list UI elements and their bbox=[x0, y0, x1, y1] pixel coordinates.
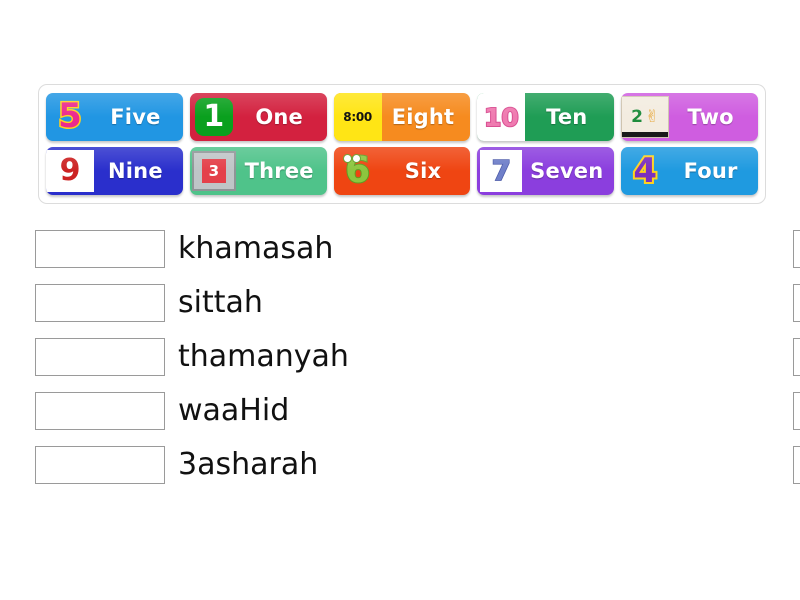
drop-slot-thalaathah[interactable] bbox=[793, 284, 800, 322]
answer-label-3asharah: 3asharah bbox=[178, 447, 319, 482]
worksheet-page: 5 Five 1 One 8:00 Eight 10 Ten 2 ✌ Two 9… bbox=[0, 0, 800, 600]
answer-label-sittah: sittah bbox=[178, 285, 263, 320]
drop-slot-tis3ah[interactable] bbox=[793, 230, 800, 268]
answer-column-left: khamasah sittah thamanyah waaHid 3ashara… bbox=[0, 222, 380, 492]
tile-label-seven: Seven bbox=[530, 159, 604, 183]
answer-area: khamasah sittah thamanyah waaHid 3ashara… bbox=[0, 222, 800, 492]
digit-nine-glyph: 9 bbox=[46, 150, 94, 192]
answer-row: saba3ah bbox=[793, 330, 800, 384]
tile-eight[interactable]: 8:00 Eight bbox=[333, 93, 471, 141]
digit-seven-glyph: 7 bbox=[480, 150, 523, 192]
answer-row: Ithnaan bbox=[793, 438, 800, 492]
digit-six-glyph: 6 bbox=[343, 152, 371, 190]
digit-ten-icon: 10 bbox=[477, 93, 526, 141]
caterpillar-eye-left-icon bbox=[343, 154, 353, 163]
screen-three-icon: 3 bbox=[190, 147, 238, 195]
tile-four[interactable]: 4 Four bbox=[621, 147, 758, 195]
answer-row: tis3ah bbox=[793, 222, 800, 276]
tile-six[interactable]: 6 Six bbox=[333, 147, 471, 195]
digit-three-glyph: 3 bbox=[201, 159, 226, 183]
drop-slot-saba3ah[interactable] bbox=[793, 338, 800, 376]
tile-three[interactable]: 3 Three bbox=[189, 147, 327, 195]
drop-slot-sittah[interactable] bbox=[35, 284, 165, 322]
drop-slot-ithnaan[interactable] bbox=[793, 446, 800, 484]
word-bank-row-2: 9 Nine 3 Three 6 Six 7 Seven 4 Four bbox=[46, 147, 758, 195]
digital-clock-time: 8:00 bbox=[333, 93, 382, 141]
tile-five[interactable]: 5 Five bbox=[46, 93, 183, 141]
digit-five-glyph: 5 bbox=[57, 96, 84, 136]
tile-label-five: Five bbox=[110, 105, 161, 129]
answer-row: waaHid bbox=[35, 384, 380, 438]
digit-nine-icon: 9 bbox=[46, 147, 94, 195]
word-bank-row-1: 5 Five 1 One 8:00 Eight 10 Ten 2 ✌ Two bbox=[46, 93, 758, 141]
answer-label-thamanyah: thamanyah bbox=[178, 339, 349, 374]
tile-label-one: One bbox=[255, 105, 304, 129]
tile-two[interactable]: 2 ✌ Two bbox=[621, 93, 758, 141]
answer-row: arba3ah bbox=[793, 384, 800, 438]
drop-slot-thamanyah[interactable] bbox=[35, 338, 165, 376]
tile-label-six: Six bbox=[404, 159, 442, 183]
tile-label-eight: Eight bbox=[391, 105, 455, 129]
hand-peace-icon: ✌ bbox=[644, 106, 660, 127]
digit-seven-icon: 7 bbox=[477, 147, 525, 195]
caterpillar-eye-right-icon bbox=[352, 154, 362, 163]
digital-clock-icon: 8:00 bbox=[333, 93, 382, 141]
flashcard-two-icon: 2 ✌ bbox=[621, 93, 670, 141]
digit-one-icon: 1 bbox=[190, 93, 238, 141]
tile-ten[interactable]: 10 Ten bbox=[477, 93, 615, 141]
tile-label-nine: Nine bbox=[108, 159, 163, 183]
digit-four-icon: 4 bbox=[621, 147, 669, 195]
tile-seven[interactable]: 7 Seven bbox=[477, 147, 615, 195]
word-bank: 5 Five 1 One 8:00 Eight 10 Ten 2 ✌ Two 9… bbox=[38, 84, 766, 204]
answer-column-right: tis3ah thalaathah saba3ah arba3ah Ithnaa… bbox=[380, 222, 800, 492]
drop-slot-3asharah[interactable] bbox=[35, 446, 165, 484]
drop-slot-waahid[interactable] bbox=[35, 392, 165, 430]
digit-two-glyph: 2 bbox=[631, 106, 643, 127]
digit-four-glyph: 4 bbox=[631, 151, 659, 191]
screen-three-art: 3 bbox=[191, 151, 236, 191]
tile-label-two: Two bbox=[687, 105, 734, 129]
digit-five-icon: 5 bbox=[46, 93, 94, 141]
tile-one[interactable]: 1 One bbox=[189, 93, 327, 141]
answer-label-waahid: waaHid bbox=[178, 393, 290, 428]
tile-label-four: Four bbox=[683, 159, 738, 183]
drop-slot-arba3ah[interactable] bbox=[793, 392, 800, 430]
answer-row: thalaathah bbox=[793, 276, 800, 330]
flashcard-two-art: 2 ✌ bbox=[621, 96, 670, 138]
answer-row: thamanyah bbox=[35, 330, 380, 384]
drop-slot-khamasah[interactable] bbox=[35, 230, 165, 268]
digit-one-glyph: 1 bbox=[194, 98, 233, 136]
tile-nine[interactable]: 9 Nine bbox=[46, 147, 183, 195]
tile-label-ten: Ten bbox=[546, 105, 588, 129]
answer-label-khamasah: khamasah bbox=[178, 231, 334, 266]
answer-row: sittah bbox=[35, 276, 380, 330]
answer-row: khamasah bbox=[35, 222, 380, 276]
digit-ten-glyph: 10 bbox=[477, 93, 526, 141]
caterpillar-six-icon: 6 bbox=[334, 147, 382, 195]
answer-row: 3asharah bbox=[35, 438, 380, 492]
tile-label-three: Three bbox=[244, 159, 314, 183]
